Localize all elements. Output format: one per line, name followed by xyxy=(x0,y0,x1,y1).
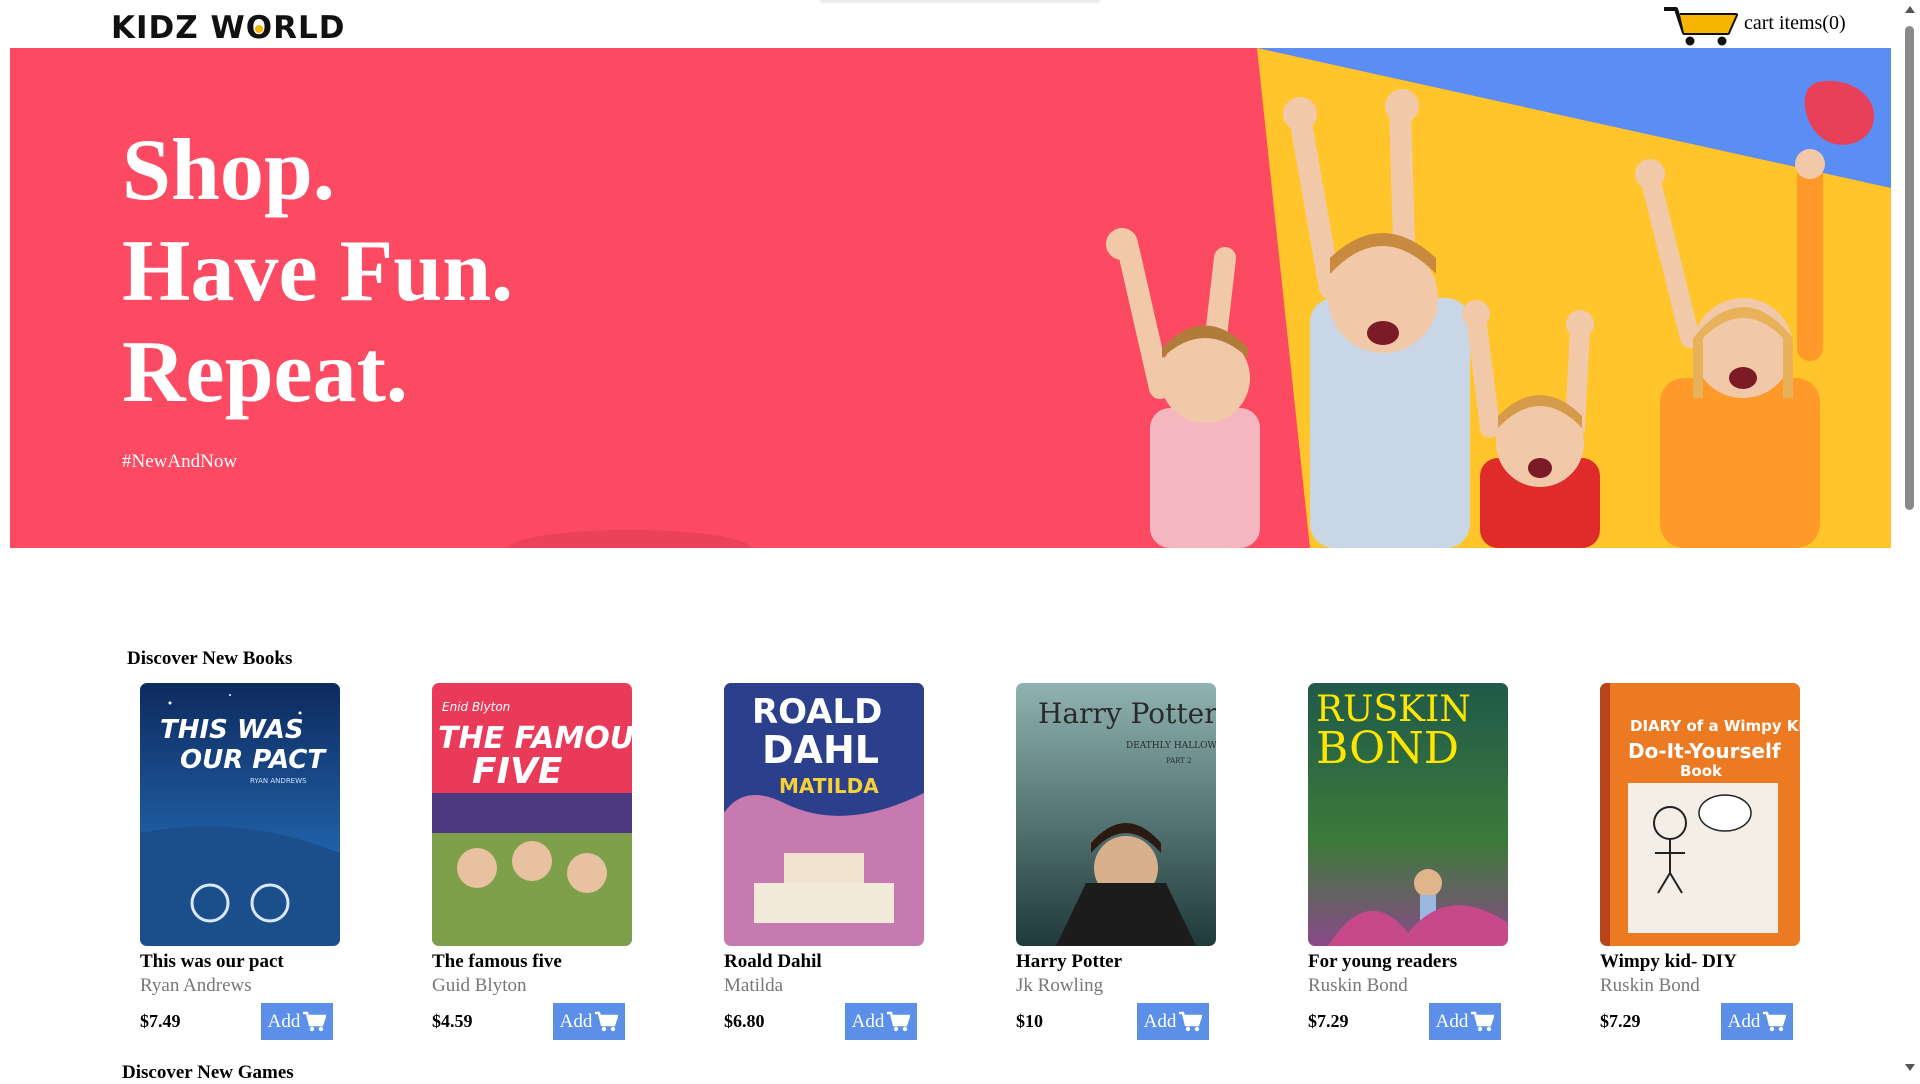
book-title[interactable]: Harry Potter xyxy=(1016,951,1122,973)
add-to-cart-button[interactable]: Add xyxy=(261,1003,333,1040)
book-title[interactable]: For young readers xyxy=(1308,951,1457,973)
cover-text: Harry Potter xyxy=(1038,697,1216,730)
hero-banner: Shop. Have Fun. Repeat. #NewAndNow xyxy=(10,48,1891,548)
book-list: THIS WAS OUR PACT RYAN ANDREWS This was … xyxy=(0,683,1920,1043)
book-price: $6.80 xyxy=(724,1011,765,1031)
book-price: $7.29 xyxy=(1308,1011,1349,1031)
book-card[interactable]: RUSKIN BOND For young readers Ruskin Bon… xyxy=(1308,683,1508,1043)
add-label: Add xyxy=(1143,1010,1177,1032)
section-title-books: Discover New Books xyxy=(127,648,293,669)
top-shadow-divider xyxy=(820,0,1100,3)
add-to-cart-button[interactable]: Add xyxy=(553,1003,625,1040)
book-card[interactable]: ROALD DAHL MATILDA Roald Dahil Matilda $… xyxy=(724,683,924,1043)
add-to-cart-button[interactable]: Add xyxy=(1429,1003,1501,1040)
add-label: Add xyxy=(1435,1010,1469,1032)
logo-text-part2: RLD xyxy=(273,10,346,46)
book-author: Matilda xyxy=(724,975,784,996)
book-cover-image[interactable]: RUSKIN BOND xyxy=(1308,683,1508,946)
cart-icon xyxy=(1763,1011,1787,1031)
cover-text: DIARY of a Wimpy Kid xyxy=(1630,717,1800,735)
book-cover-image[interactable]: DIARY of a Wimpy Kid Do-It-Yourself Book xyxy=(1600,683,1800,946)
book-price: $10 xyxy=(1016,1011,1043,1031)
cover-text: OUR PACT xyxy=(180,745,327,775)
cart-icon xyxy=(887,1011,911,1031)
add-label: Add xyxy=(851,1010,885,1032)
cover-text: DEATHLY HALLOWS xyxy=(1126,741,1216,751)
book-author: Ryan Andrews xyxy=(140,975,252,996)
add-to-cart-button[interactable]: Add xyxy=(845,1003,917,1040)
cover-text: ROALD xyxy=(752,692,882,732)
cart-items-count: cart items(0) xyxy=(1744,11,1846,34)
cart-icon xyxy=(595,1011,619,1031)
cover-text: PART 2 xyxy=(1166,757,1192,765)
scrollbar-thumb[interactable] xyxy=(1905,26,1914,510)
book-cover-image[interactable]: Harry Potter DEATHLY HALLOWS PART 2 xyxy=(1016,683,1216,946)
cover-text: Enid Blyton xyxy=(442,700,510,714)
scroll-down-arrow-icon[interactable] xyxy=(1905,1064,1915,1071)
cover-text: DAHL xyxy=(762,728,879,772)
book-title[interactable]: This was our pact xyxy=(140,951,284,973)
add-label: Add xyxy=(1727,1010,1761,1032)
book-author: Ruskin Bond xyxy=(1600,975,1700,996)
hero-line-repeat: Repeat. xyxy=(122,324,408,421)
book-author: Jk Rowling xyxy=(1016,975,1104,996)
hero-line-have-fun: Have Fun. xyxy=(122,223,514,320)
book-price: $7.49 xyxy=(140,1011,181,1031)
cover-text: RYAN ANDREWS xyxy=(250,777,307,785)
section-title-games: Discover New Games xyxy=(122,1062,294,1083)
book-price: $7.29 xyxy=(1600,1011,1641,1031)
cover-text: MATILDA xyxy=(779,774,879,798)
book-card[interactable]: DIARY of a Wimpy Kid Do-It-Yourself Book… xyxy=(1600,683,1800,1043)
cover-text: THIS WAS xyxy=(160,715,304,745)
cart-icon xyxy=(1179,1011,1203,1031)
book-title[interactable]: Wimpy kid- DIY xyxy=(1600,951,1737,973)
book-title[interactable]: Roald Dahil xyxy=(724,951,822,973)
book-cover-image[interactable]: ROALD DAHL MATILDA xyxy=(724,683,924,946)
hero-headline: Shop. Have Fun. Repeat. #NewAndNow xyxy=(122,120,513,473)
add-to-cart-button[interactable]: Add xyxy=(1721,1003,1793,1040)
site-logo[interactable]: KIDZ WORLD xyxy=(111,10,345,46)
logo-text-o: O xyxy=(245,10,274,46)
shopping-cart-icon xyxy=(1662,5,1740,52)
book-price: $4.59 xyxy=(432,1011,473,1031)
book-title[interactable]: The famous five xyxy=(432,951,562,973)
book-card[interactable]: Enid Blyton THE FAMOUS FIVE The famous f… xyxy=(432,683,632,1043)
cover-text: Do-It-Yourself xyxy=(1628,739,1781,763)
site-header: KIDZ WORLD cart items(0) xyxy=(0,0,1920,48)
add-to-cart-button[interactable]: Add xyxy=(1137,1003,1209,1040)
cover-text: Book xyxy=(1680,762,1723,780)
book-card[interactable]: Harry Potter DEATHLY HALLOWS PART 2 Harr… xyxy=(1016,683,1216,1043)
logo-text-part1: KIDZ W xyxy=(111,10,246,46)
cart-icon xyxy=(1471,1011,1495,1031)
cart-icon xyxy=(303,1011,327,1031)
book-card[interactable]: THIS WAS OUR PACT RYAN ANDREWS This was … xyxy=(140,683,340,1043)
book-cover-image[interactable]: Enid Blyton THE FAMOUS FIVE xyxy=(432,683,632,946)
cover-text: BOND xyxy=(1316,723,1459,774)
add-label: Add xyxy=(559,1010,593,1032)
cover-text: FIVE xyxy=(472,751,563,792)
book-cover-image[interactable]: THIS WAS OUR PACT RYAN ANDREWS xyxy=(140,683,340,946)
scroll-up-arrow-icon[interactable] xyxy=(1905,6,1915,13)
book-author: Guid Blyton xyxy=(432,975,527,996)
book-author: Ruskin Bond xyxy=(1308,975,1408,996)
hero-line-shop: Shop. xyxy=(122,122,335,219)
add-label: Add xyxy=(267,1010,301,1032)
cart-button[interactable]: cart items(0) xyxy=(1662,6,1846,48)
hero-hashtag[interactable]: #NewAndNow xyxy=(122,451,513,473)
